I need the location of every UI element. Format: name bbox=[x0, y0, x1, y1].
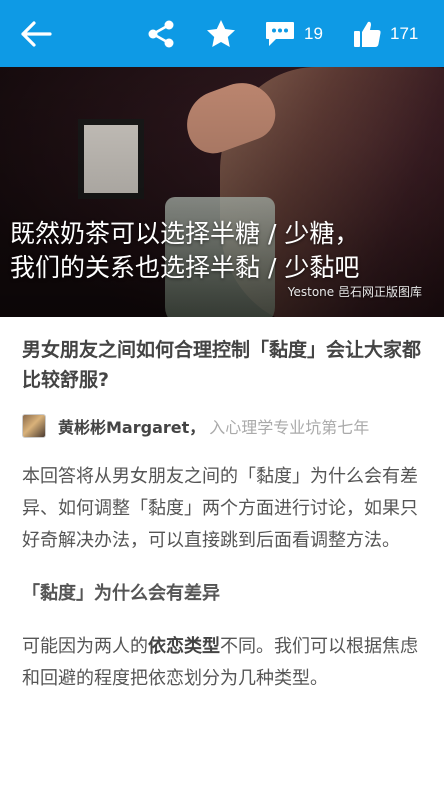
image-credit: Yestone 邑石网正版图库 bbox=[287, 285, 422, 299]
hero-line-2: 我们的关系也选择半黏 / 少黏吧 bbox=[10, 253, 360, 282]
like-count: 171 bbox=[390, 23, 419, 43]
avatar[interactable] bbox=[22, 414, 46, 438]
back-button[interactable] bbox=[20, 0, 56, 67]
comment-icon bbox=[266, 21, 294, 46]
paragraph-attachment: 可能因为两人的依恋类型不同。我们可以根据焦虑和回避的程度把依恋划分为几种类型。 bbox=[22, 631, 422, 695]
share-button[interactable] bbox=[146, 0, 178, 67]
question-title[interactable]: 男女朋友之间如何合理控制「黏度」会让大家都比较舒服? bbox=[22, 335, 422, 395]
share-icon bbox=[148, 20, 174, 47]
author-name[interactable]: 黄彬彬Margaret， bbox=[58, 414, 205, 438]
favorite-button[interactable] bbox=[205, 0, 239, 67]
paragraph-intro: 本回答将从男女朋友之间的「黏度」为什么会有差异、如何调整「黏度」两个方面进行讨论… bbox=[22, 466, 418, 551]
author-bio: 入心理学专业坑第七年 bbox=[209, 418, 370, 437]
hero-overlay-text: 既然奶茶可以选择半糖 / 少糖， 我们的关系也选择半黏 / 少黏吧 bbox=[10, 217, 430, 285]
thumbs-up-icon bbox=[354, 21, 381, 47]
comments-button[interactable]: 19 bbox=[264, 0, 334, 67]
section-heading: 「黏度」为什么会有差异 bbox=[22, 583, 220, 604]
hero-line-1: 既然奶茶可以选择半糖 / 少糖， bbox=[10, 219, 360, 248]
author-row[interactable]: 黄彬彬Margaret， 入心理学专业坑第七年 bbox=[22, 413, 422, 439]
arrow-left-icon bbox=[21, 20, 52, 47]
article-content: 男女朋友之间如何合理控制「黏度」会让大家都比较舒服? 黄彬彬Margaret， … bbox=[0, 317, 444, 792]
comment-count: 19 bbox=[304, 23, 323, 43]
like-button[interactable]: 171 bbox=[352, 0, 432, 67]
top-app-bar: 19 171 bbox=[0, 0, 444, 67]
star-icon bbox=[207, 19, 235, 47]
paragraph-text-bold: 依恋类型 bbox=[148, 636, 220, 657]
hero-image: 既然奶茶可以选择半糖 / 少糖， 我们的关系也选择半黏 / 少黏吧 Yeston… bbox=[0, 67, 444, 317]
paragraph-text-pre: 可能因为两人的 bbox=[22, 636, 148, 657]
